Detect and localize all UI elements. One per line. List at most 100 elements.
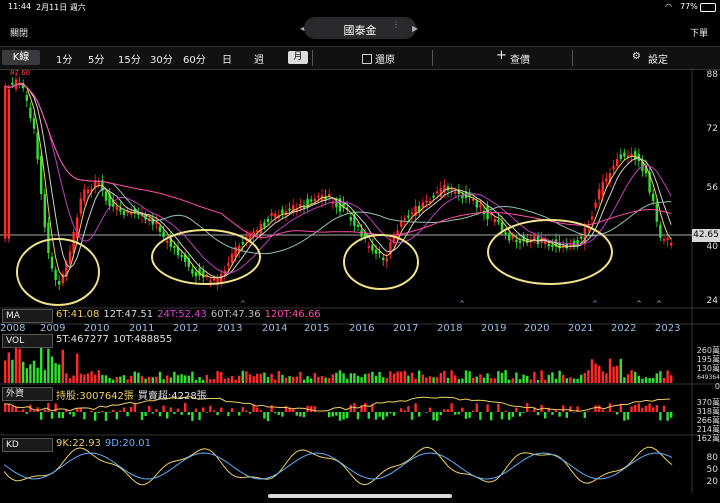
volume-bar [569, 377, 572, 383]
foreign-bar [104, 412, 108, 421]
foreign-bar [266, 412, 270, 421]
candle-body [328, 193, 331, 196]
year-label: 2022 [611, 323, 637, 334]
foreign-bar [140, 412, 144, 421]
settings-button[interactable]: 設定 [648, 51, 668, 66]
candle-body [83, 189, 86, 202]
home-indicator[interactable] [268, 494, 452, 498]
volume-bar [263, 372, 266, 383]
restore-checkbox[interactable] [362, 54, 372, 64]
volume-bar [72, 375, 75, 383]
volume-bar [11, 359, 14, 383]
period-1min[interactable]: 1分 [56, 51, 72, 66]
candle-body [655, 203, 658, 222]
volume-bar [482, 377, 486, 383]
lookup-button[interactable]: 查價 [510, 51, 530, 66]
kd-axis-tick: 20 [706, 477, 718, 487]
toolbar-divider [432, 50, 433, 66]
period-15min[interactable]: 15分 [118, 51, 141, 66]
candle-body [220, 273, 223, 284]
candle-body [58, 281, 61, 285]
period-60min[interactable]: 60分 [183, 51, 206, 66]
foreign-axis-tick: 370萬 [696, 398, 720, 407]
foreign-bar [209, 405, 212, 412]
volume-bar [655, 373, 658, 383]
volume-bar [623, 377, 626, 383]
candle-body [7, 89, 10, 239]
reorder-icon[interactable]: ⋮ [392, 21, 402, 35]
volume-bar [256, 373, 259, 383]
ma-value: 12T:47.51 [103, 309, 154, 320]
foreign-bar [468, 412, 471, 418]
foreign-label[interactable]: 外資 [2, 387, 53, 401]
candle-body [194, 271, 198, 277]
volume-bar [400, 371, 403, 383]
volume-bar [54, 363, 57, 383]
candle-body [371, 245, 374, 251]
volume-bar [252, 376, 255, 383]
foreign-bar [194, 408, 198, 412]
volume-bar [565, 378, 568, 383]
foreign-bar [11, 406, 14, 412]
volume-bar [58, 364, 61, 383]
foreign-bar [364, 403, 367, 412]
candle-body [659, 224, 662, 238]
kline-button[interactable]: K線 [2, 50, 40, 65]
foreign-bar [551, 412, 554, 415]
candle-body [68, 251, 72, 265]
foreign-bar [626, 412, 630, 420]
volume-bar [335, 372, 338, 383]
period-30min[interactable]: 30分 [150, 51, 173, 66]
wifi-icon: ◠ [665, 2, 672, 11]
volume-bar [644, 377, 648, 383]
foreign-bar [72, 412, 75, 417]
plus-icon[interactable]: + [496, 48, 507, 63]
candle-body [630, 153, 633, 156]
year-label: 2020 [524, 323, 550, 334]
volume-bar [122, 375, 126, 383]
volume-bar [216, 371, 219, 383]
volume-bar [443, 370, 446, 383]
ma-label[interactable]: MA [2, 309, 53, 323]
candle-body [590, 216, 594, 220]
close-button[interactable]: 關閉 [10, 26, 28, 39]
period-week[interactable]: 週 [254, 51, 264, 66]
volume-bar [108, 377, 111, 383]
volume-bar [176, 375, 180, 383]
foreign-bar [374, 412, 378, 420]
candle-body [666, 238, 669, 241]
ma-value: 6T:41.08 [56, 309, 100, 320]
volume-bar [605, 373, 608, 383]
volume-bar [536, 379, 540, 383]
volume-bar [101, 374, 104, 383]
volume-bar [248, 374, 252, 383]
volume-bar [374, 375, 378, 383]
period-day[interactable]: 日 [222, 51, 232, 66]
period-5min[interactable]: 5分 [88, 51, 104, 66]
candle-body [580, 236, 583, 239]
foreign-bar [443, 409, 446, 412]
volume-bar [493, 378, 496, 383]
order-button[interactable]: 下單 [690, 26, 708, 39]
foreign-bar [94, 412, 97, 421]
volume-bar [500, 372, 504, 383]
kd-label[interactable]: KD [2, 438, 53, 452]
volume-bar [90, 371, 93, 383]
volume-bar [234, 379, 237, 383]
volume-bar [558, 370, 561, 383]
volume-bar [40, 342, 43, 383]
vol-value: 5T:467277 [56, 334, 109, 345]
volume-bar [184, 375, 187, 383]
period-month[interactable]: 月 [288, 51, 308, 64]
foreign-bar [144, 412, 147, 417]
ma-value: 24T:52.43 [157, 309, 207, 320]
vol-label[interactable]: VOL [2, 334, 53, 348]
next-stock-icon[interactable]: ▶ [412, 24, 418, 33]
gear-icon[interactable]: ⚙ [632, 51, 641, 62]
volume-bar [360, 377, 363, 383]
volume-bar [14, 346, 18, 383]
vol-axis-tick: 0 [714, 382, 720, 391]
candle-body [281, 209, 284, 215]
volume-bar [166, 375, 169, 383]
volume-bar [457, 379, 460, 383]
